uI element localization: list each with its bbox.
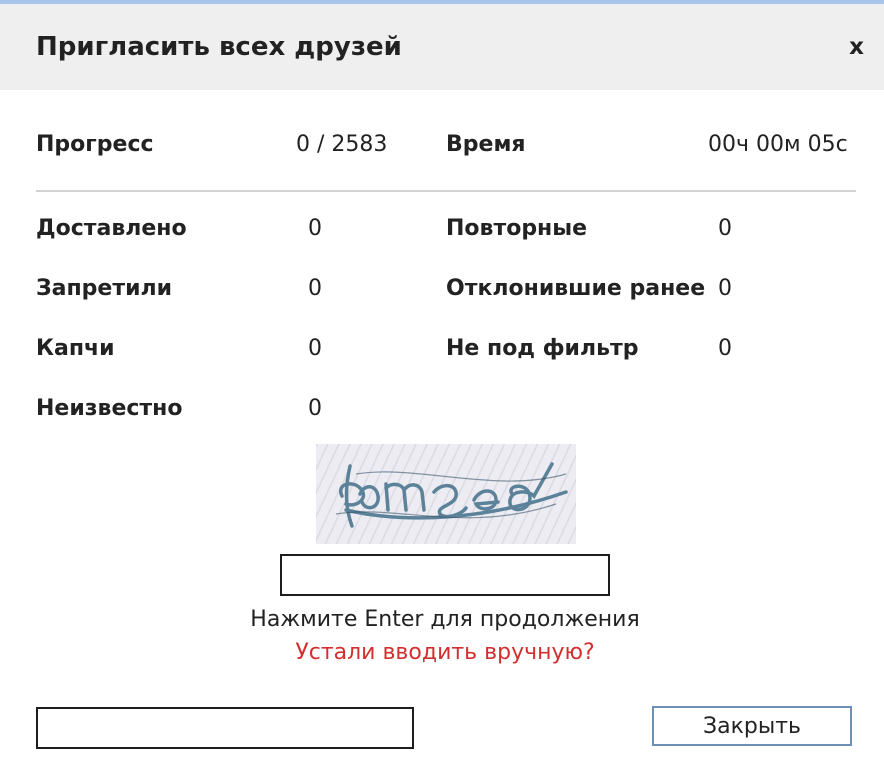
stat-unknown-label: Неизвестно <box>36 396 183 421</box>
dialog-title: Пригласить всех друзей <box>36 32 402 62</box>
stat-forbidden-label: Запретили <box>36 276 173 301</box>
stat-delivered-label: Доставлено <box>36 216 187 241</box>
stat-delivered-value: 0 <box>308 216 322 241</box>
stat-not-filter-value: 0 <box>718 336 732 361</box>
invite-friends-dialog: Пригласить всех друзей x Прогресс 0 / 25… <box>0 4 884 782</box>
enter-hint: Нажмите Enter для продолжения <box>250 607 640 632</box>
stat-forbidden-value: 0 <box>308 276 322 301</box>
stat-captcha-value: 0 <box>308 336 322 361</box>
close-icon[interactable]: x <box>849 36 864 59</box>
manual-entry-link[interactable]: Устали вводить вручную? <box>0 640 884 665</box>
bottom-input[interactable] <box>36 707 414 749</box>
progress-value: 0 / 2583 <box>296 132 388 157</box>
divider <box>36 190 856 192</box>
stat-not-filter-label: Не под фильтр <box>446 336 639 361</box>
stat-unknown-value: 0 <box>308 396 322 421</box>
stat-repeated-label: Повторные <box>446 216 588 241</box>
dialog-header: Пригласить всех друзей x <box>0 4 884 90</box>
stat-captcha-label: Капчи <box>36 336 115 361</box>
time-value: 00ч 00м 05с <box>708 132 848 157</box>
progress-label: Прогресс <box>36 132 154 157</box>
close-button[interactable]: Закрыть <box>652 706 852 746</box>
captcha-image <box>316 444 576 544</box>
time-label: Время <box>446 132 526 157</box>
stat-repeated-value: 0 <box>718 216 732 241</box>
stat-declined-value: 0 <box>718 276 732 301</box>
captcha-input[interactable] <box>280 554 610 596</box>
stat-declined-label: Отклонившие ранее <box>446 276 706 301</box>
